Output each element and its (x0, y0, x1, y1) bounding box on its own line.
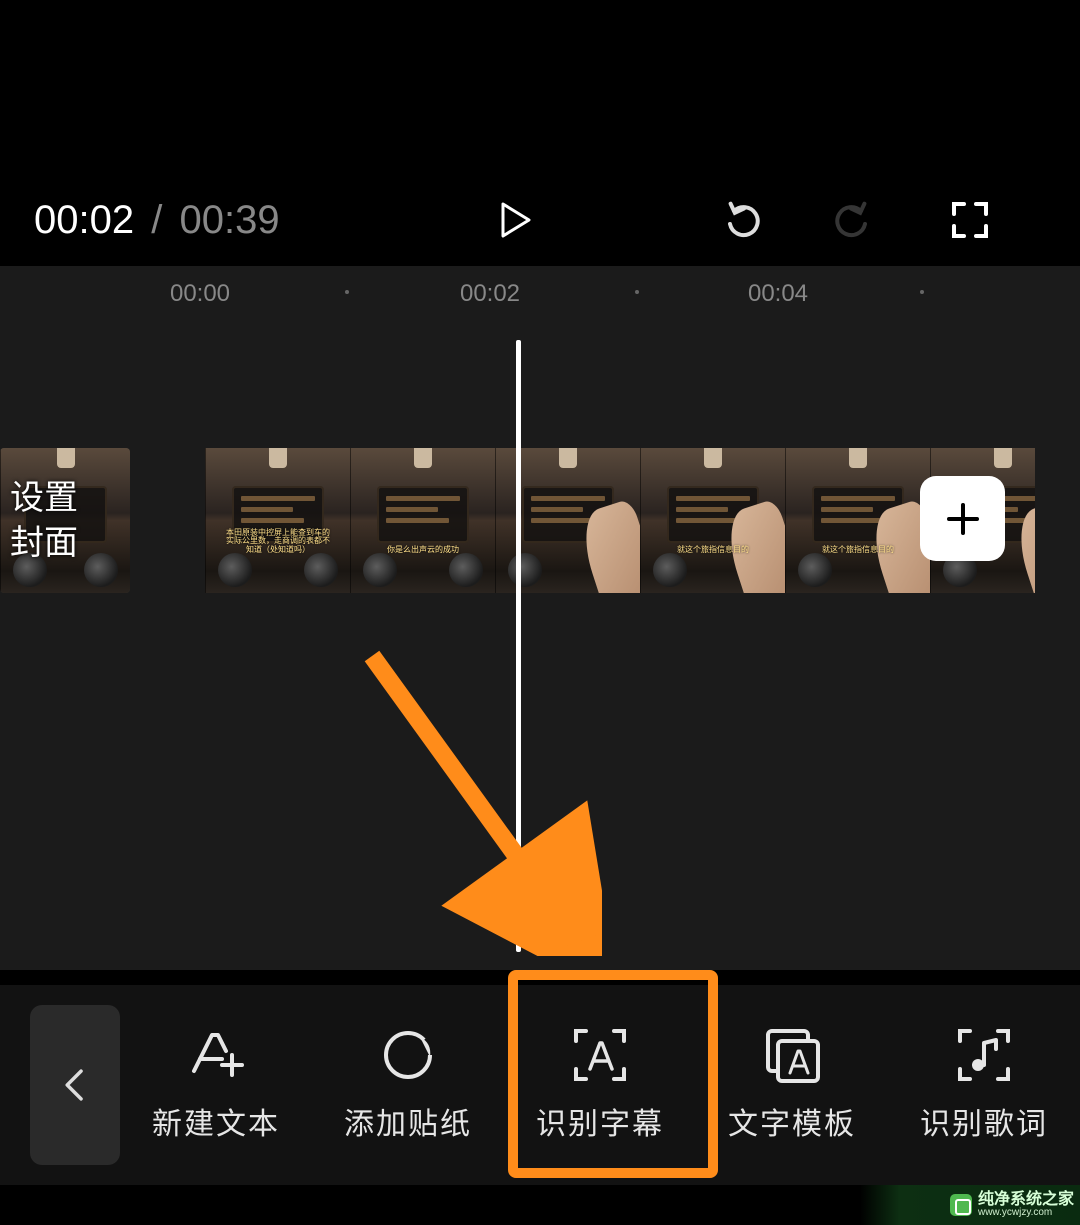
current-time: 00:02 (34, 198, 134, 242)
tool-recognize-subtitles[interactable]: 识别字幕 (504, 1027, 696, 1143)
time-display: 00:02 / 00:39 (0, 198, 280, 243)
undo-icon (720, 200, 760, 240)
watermark-title: 纯净系统之家 (978, 1192, 1074, 1208)
chevron-left-icon (62, 1065, 88, 1105)
cover-label-line1: 设置 (10, 476, 130, 520)
clip-thumb[interactable]: 就这个旅指信息目的 (785, 448, 930, 593)
play-icon (495, 200, 535, 240)
redo-icon (835, 200, 875, 240)
watermark-url: www.ycwjzy.com (978, 1208, 1074, 1218)
cover-thumbnail[interactable]: 设置 封面 (0, 448, 130, 593)
back-button[interactable] (30, 1005, 120, 1165)
tool-text-template[interactable]: 文字模板 (696, 1027, 888, 1143)
tool-recognize-lyrics[interactable]: 识别歌词 (888, 1027, 1080, 1143)
playhead[interactable] (516, 340, 521, 952)
total-time: 00:39 (179, 198, 279, 242)
plus-icon (943, 499, 983, 539)
add-clip-button[interactable] (920, 476, 1005, 561)
recognize-subtitles-icon (572, 1027, 628, 1083)
clip-thumb[interactable]: 本田原装中控屏上能查到车的实际公里数，走商调的表都不知道（处知道吗） (205, 448, 350, 593)
sticker-icon (380, 1027, 436, 1083)
tool-new-text[interactable]: 新建文本 (120, 1027, 312, 1143)
time-separator: / (145, 198, 168, 242)
clip-thumb[interactable]: 你是么出声云的成功 (350, 448, 495, 593)
redo-button[interactable] (835, 200, 875, 240)
text-template-icon (764, 1027, 820, 1083)
timeline-area[interactable]: 设置 封面 本田原装中控屏上能查到车的实际公里数，走商调的表都不知道（处知道吗）… (0, 316, 1080, 970)
clip-thumb[interactable]: 就这个旅指信息目的 (640, 448, 785, 593)
ruler-label: 00:00 (170, 280, 230, 308)
ruler-dot (635, 290, 639, 294)
recognize-lyrics-icon (956, 1027, 1012, 1083)
tool-label: 文字模板 (728, 1099, 856, 1143)
tool-add-sticker[interactable]: 添加贴纸 (312, 1027, 504, 1143)
undo-button[interactable] (720, 200, 760, 240)
watermark: 纯净系统之家 www.ycwjzy.com (860, 1185, 1080, 1225)
fullscreen-button[interactable] (950, 200, 990, 240)
watermark-logo-icon (950, 1194, 972, 1216)
ruler-dot (920, 290, 924, 294)
playback-bar: 00:02 / 00:39 (0, 190, 1080, 250)
new-text-icon (188, 1027, 244, 1083)
ruler-dot (345, 290, 349, 294)
ruler-label: 00:04 (748, 280, 808, 308)
bottom-toolbar: 新建文本 添加贴纸 识别字幕 文字模板 (0, 985, 1080, 1185)
fullscreen-icon (950, 200, 990, 240)
clip-strip[interactable]: 本田原装中控屏上能查到车的实际公里数，走商调的表都不知道（处知道吗） 你是么出声… (205, 448, 1035, 593)
tool-label: 识别歌词 (920, 1099, 1048, 1143)
play-button[interactable] (495, 200, 535, 240)
tool-label: 新建文本 (152, 1099, 280, 1143)
tool-label: 识别字幕 (536, 1099, 664, 1143)
cover-label-line2: 封面 (10, 521, 130, 565)
tool-label: 添加贴纸 (344, 1099, 472, 1143)
timeline-ruler[interactable]: 00:00 00:02 00:04 (0, 266, 1080, 316)
ruler-label: 00:02 (460, 280, 520, 308)
